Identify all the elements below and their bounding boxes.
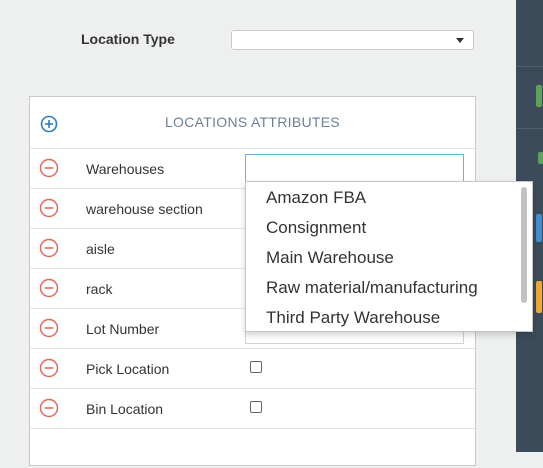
orange-marker: [536, 281, 542, 313]
panel-title: LOCATIONS ATTRIBUTES: [164, 114, 341, 130]
remove-circle-icon[interactable]: [39, 158, 59, 178]
dropdown-option[interactable]: Main Warehouse: [266, 248, 394, 268]
remove-circle-icon[interactable]: [39, 238, 59, 258]
attribute-label: Pick Location: [86, 361, 170, 377]
remove-circle-icon[interactable]: [39, 198, 59, 218]
dropdown-option[interactable]: Amazon FBA: [266, 188, 366, 208]
warehouses-dropdown-list: Amazon FBA Consignment Main Warehouse Ra…: [245, 181, 533, 332]
dropdown-option[interactable]: Raw material/manufacturing: [266, 278, 478, 298]
remove-circle-icon[interactable]: [39, 278, 59, 298]
warehouses-select[interactable]: [245, 154, 464, 184]
caret-down-icon: [456, 38, 464, 43]
attribute-label: Bin Location: [86, 401, 164, 417]
panel-header: LOCATIONS ATTRIBUTES: [30, 97, 475, 149]
dropdown-option[interactable]: Third Party Warehouse: [266, 308, 440, 328]
pick-location-checkbox[interactable]: [250, 361, 262, 373]
green-marker: [536, 85, 542, 107]
remove-circle-icon[interactable]: [39, 318, 59, 338]
dropdown-option[interactable]: Consignment: [266, 218, 366, 238]
attribute-row-bin-location: Bin Location: [30, 388, 475, 428]
attribute-row-empty: [30, 428, 475, 468]
remove-circle-icon[interactable]: [39, 398, 59, 418]
location-type-label: Location Type: [81, 31, 175, 47]
blue-marker: [536, 214, 542, 242]
attribute-label: Warehouses: [86, 161, 165, 177]
attribute-label: Lot Number: [86, 321, 160, 337]
dropdown-scrollbar[interactable]: [521, 187, 527, 303]
attribute-row-pick-location: Pick Location: [30, 348, 475, 388]
location-type-select[interactable]: [231, 30, 474, 50]
bin-location-checkbox[interactable]: [250, 401, 262, 413]
green-marker: [538, 152, 543, 164]
attribute-label: aisle: [86, 241, 115, 257]
remove-circle-icon[interactable]: [39, 358, 59, 378]
attribute-label: warehouse section: [86, 201, 203, 217]
attribute-label: rack: [86, 281, 113, 297]
